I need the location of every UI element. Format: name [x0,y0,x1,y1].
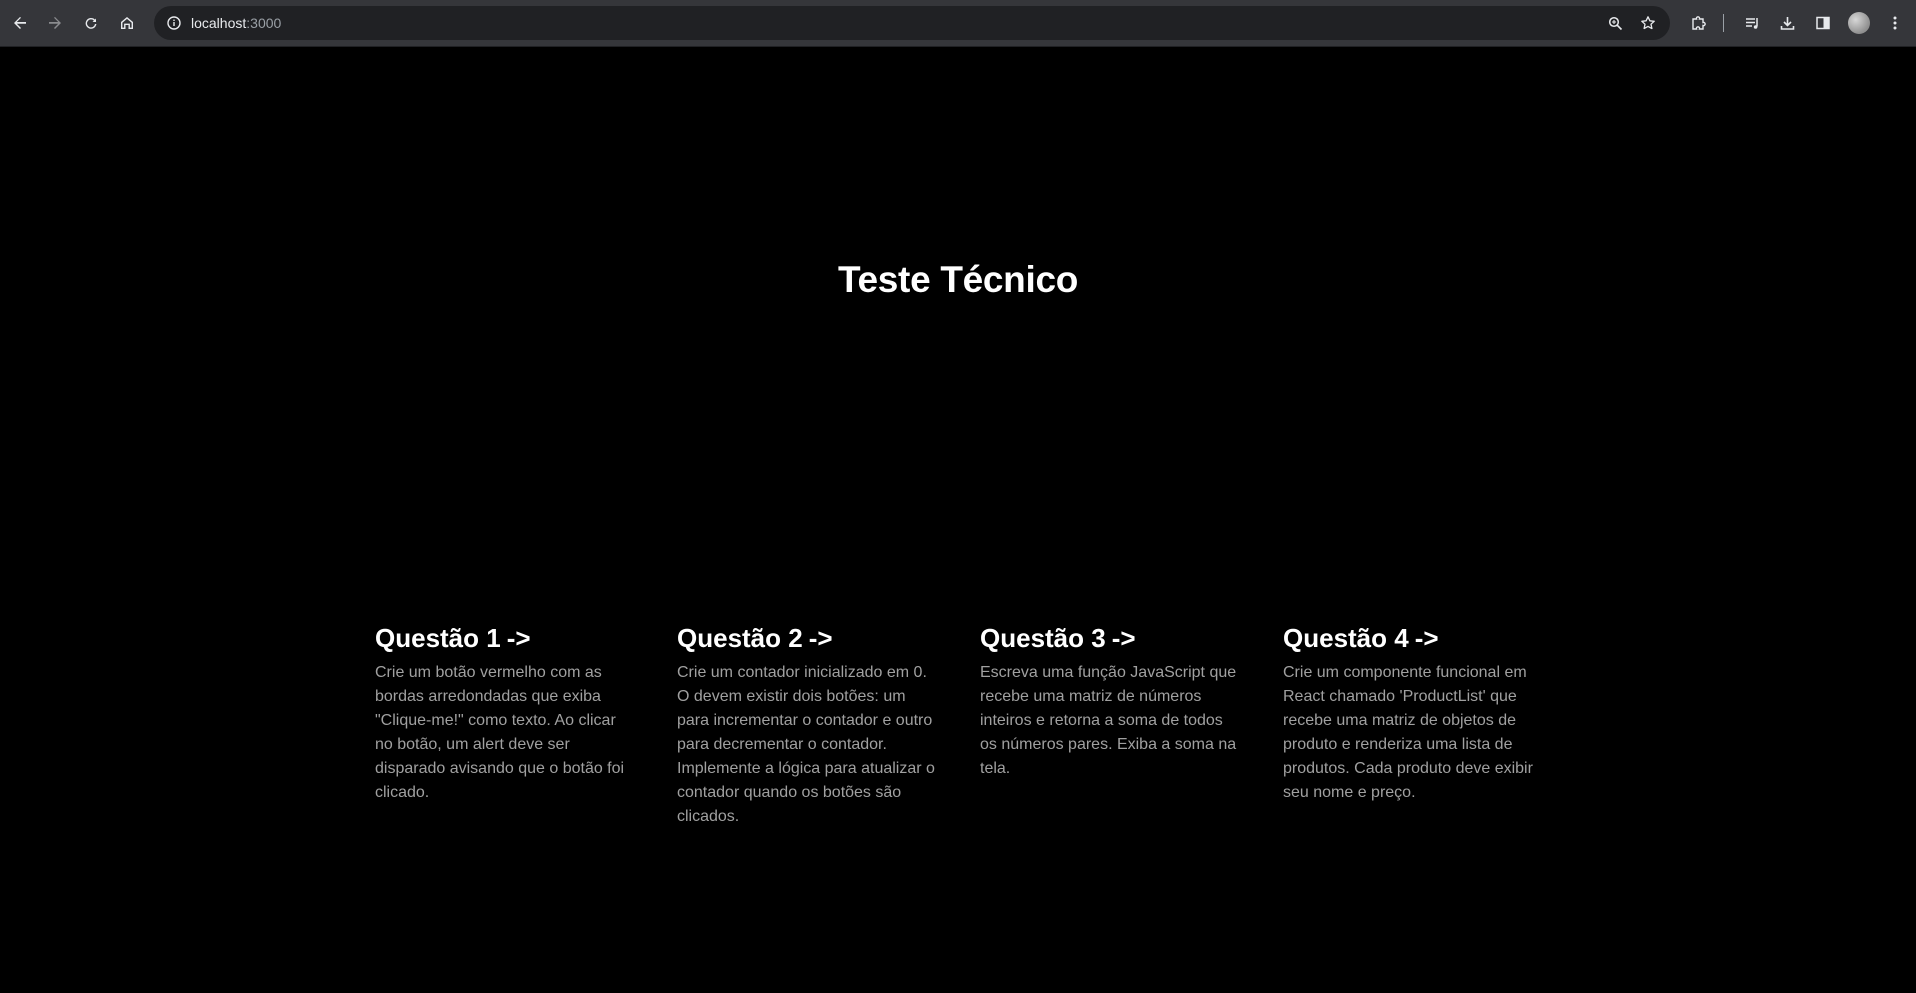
card-title: Questão 3 -> [980,621,1242,655]
card-description: Crie um botão vermelho com as bordas arr… [375,664,625,801]
arrow-right-icon: -> [808,623,833,653]
card-title: Questão 4 -> [1283,621,1545,655]
url-text[interactable]: localhost:3000 [191,15,281,31]
bookmark-star-icon[interactable] [1638,13,1658,33]
side-panel-icon[interactable] [1810,10,1836,36]
card-title-text: Questão 2 [677,623,803,653]
site-info-icon[interactable] [164,13,184,33]
card-title-text: Questão 4 [1283,623,1409,653]
arrow-right-icon: -> [506,623,531,653]
media-controls-icon[interactable] [1739,10,1765,36]
question-card-1[interactable]: Questão 1 -> Crie um botão vermelho com a… [375,621,637,805]
card-description: Crie um contador inicializado em 0. O de… [677,664,935,825]
arrow-right-icon: -> [1111,623,1136,653]
url-host: localhost [191,15,247,31]
url-port: :3000 [246,15,282,31]
forward-arrow-icon[interactable] [41,9,69,37]
page-content: Teste Técnico Questão 1 -> Crie um botão … [0,47,1916,993]
browser-toolbar: localhost:3000 [0,0,1916,47]
page-title: Teste Técnico [837,259,1079,300]
toolbar-divider [1723,14,1724,32]
question-card-2[interactable]: Questão 2 -> Crie um contador inicializad… [677,621,939,829]
question-card-4[interactable]: Questão 4 -> Crie um componente funcional… [1283,621,1545,805]
address-bar[interactable]: localhost:3000 [154,6,1670,40]
extensions-puzzle-icon[interactable] [1685,10,1711,36]
question-card-3[interactable]: Questão 3 -> Escreva uma função JavaScrip… [980,621,1242,781]
card-description: Crie um componente funcional em React ch… [1283,664,1533,801]
card-title-text: Questão 3 [980,623,1106,653]
reload-icon[interactable] [77,9,105,37]
profile-avatar[interactable] [1848,12,1870,34]
arrow-right-icon: -> [1414,623,1439,653]
back-arrow-icon[interactable] [6,9,34,37]
zoom-icon[interactable] [1605,13,1625,33]
home-icon[interactable] [113,9,141,37]
downloads-icon[interactable] [1774,10,1800,36]
more-menu-icon[interactable] [1882,10,1908,36]
card-title-text: Questão 1 [375,623,501,653]
card-title: Questão 2 -> [677,621,939,655]
card-title: Questão 1 -> [375,621,637,655]
card-description: Escreva uma função JavaScript que recebe… [980,664,1237,777]
